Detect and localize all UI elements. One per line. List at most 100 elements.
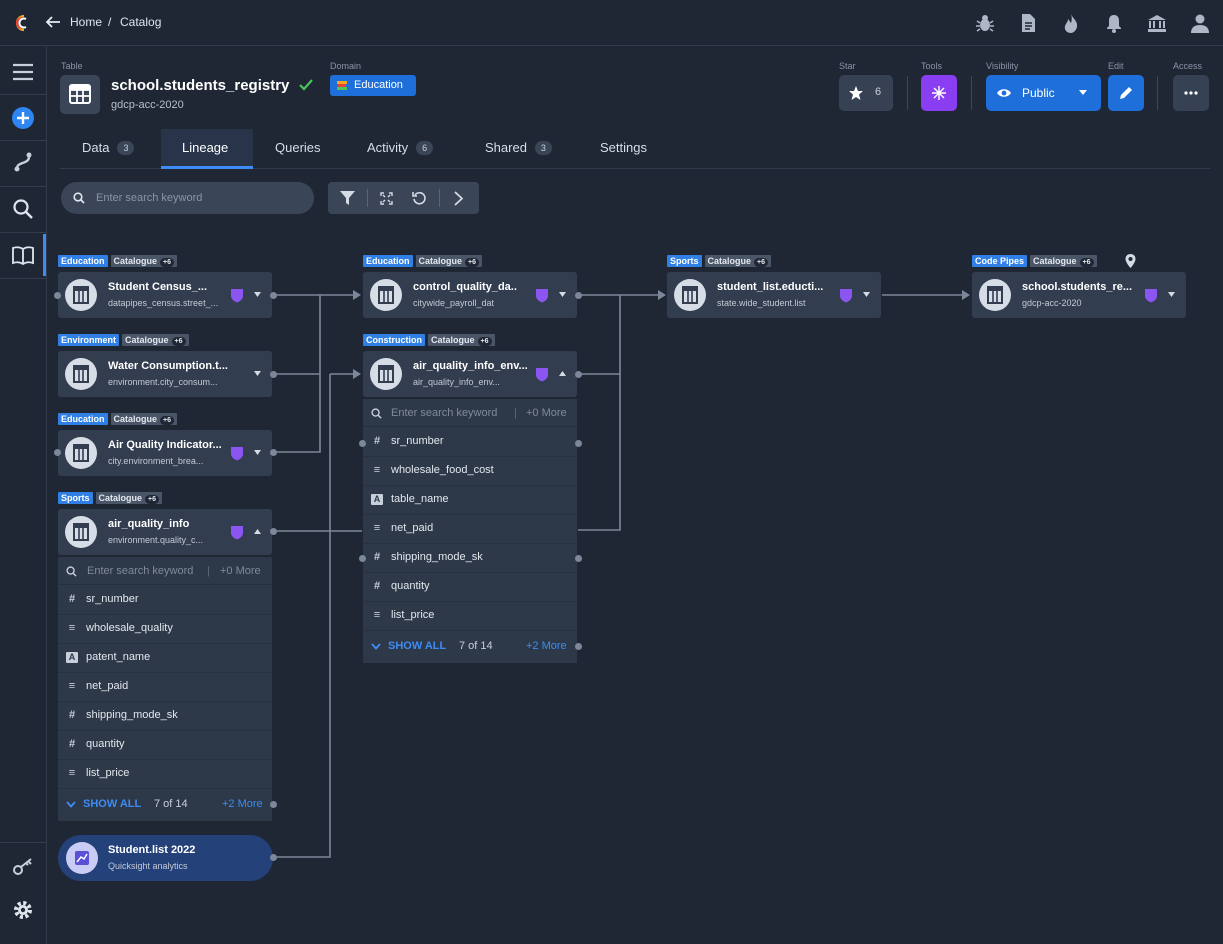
report-name: Student.list 2022 <box>108 844 196 856</box>
column-list-panel: Enter search keyword | +0 More # sr_numbe… <box>58 557 272 821</box>
analytics-icon-bg <box>66 842 98 874</box>
node-name: student_list.educti... <box>717 281 824 293</box>
domain-tag[interactable]: Environment <box>58 334 120 346</box>
catalogue-tag[interactable]: Catalogue +6 <box>122 334 189 346</box>
column-name: list_price <box>391 609 435 621</box>
column-row[interactable]: # quantity <box>363 573 577 602</box>
port-dot <box>359 440 366 447</box>
chevron-down-icon[interactable] <box>254 450 261 455</box>
column-row[interactable]: ≡ wholesale_food_cost <box>363 457 577 486</box>
catalogue-tag[interactable]: Catalogue +6 <box>415 255 483 267</box>
lineage-node-water-consumption[interactable]: Water Consumption.t... environment.city_… <box>58 351 272 397</box>
node-path: gdcp-acc-2020 <box>1022 298 1082 308</box>
node-name: air_quality_info <box>108 518 190 530</box>
search-icon <box>371 408 382 419</box>
node-tags: Education Catalogue +6 <box>58 255 180 267</box>
chevron-down-icon[interactable] <box>1168 292 1175 297</box>
node-path: city.environment_brea... <box>108 456 204 466</box>
chevron-down-icon <box>66 801 76 808</box>
port-dot <box>54 449 61 456</box>
edge <box>273 374 331 858</box>
table-node-icon <box>370 279 402 311</box>
catalogue-tag[interactable]: Catalogue +6 <box>1030 255 1097 267</box>
column-name: wholesale_food_cost <box>391 464 494 476</box>
port-dot <box>575 555 582 562</box>
column-row[interactable]: # shipping_mode_sk <box>363 544 577 573</box>
table-node-icon <box>674 279 706 311</box>
column-row[interactable]: ≡ list_price <box>363 602 577 631</box>
column-row[interactable]: ≡ list_price <box>58 760 272 789</box>
column-count: 7 of 14 <box>154 798 188 810</box>
report-node-student-list[interactable]: Student.list 2022 Quicksight analytics <box>58 835 273 881</box>
domain-tag[interactable]: Education <box>58 255 108 267</box>
column-type-icon: # <box>68 738 76 750</box>
chevron-up-icon[interactable] <box>559 371 566 376</box>
lineage-node-student-list[interactable]: student_list.educti... state.wide_studen… <box>667 272 881 318</box>
table-node-icon <box>65 516 97 548</box>
node-tags: Code Pipes Catalogue +6 <box>972 255 1100 267</box>
chevron-down-icon[interactable] <box>254 371 261 376</box>
shield-icon <box>536 289 548 303</box>
show-all-button[interactable]: SHOW ALL <box>83 798 141 810</box>
port-dot <box>270 801 277 808</box>
shield-icon <box>231 447 243 461</box>
domain-tag[interactable]: Construction <box>363 334 425 346</box>
column-row[interactable]: ≡ net_paid <box>363 515 577 544</box>
node-path: environment.city_consum... <box>108 377 218 387</box>
port-dot <box>270 371 277 378</box>
more-columns-link[interactable]: +0 More <box>526 407 567 419</box>
show-all-button[interactable]: SHOW ALL <box>388 640 446 652</box>
column-row[interactable]: # quantity <box>58 731 272 760</box>
table-node-icon <box>65 358 97 390</box>
domain-tag[interactable]: Sports <box>667 255 702 267</box>
column-name: sr_number <box>86 593 139 605</box>
more-columns-bottom-link[interactable]: +2 More <box>222 798 263 810</box>
column-type-icon: ≡ <box>68 767 76 779</box>
domain-tag[interactable]: Education <box>58 413 108 425</box>
port-dot <box>575 371 582 378</box>
catalogue-tag[interactable]: Catalogue +6 <box>428 334 495 346</box>
node-path: environment.quality_c... <box>108 535 204 545</box>
column-name: net_paid <box>86 680 129 692</box>
shield-icon <box>1145 289 1157 303</box>
column-name: shipping_mode_sk <box>86 709 178 721</box>
more-columns-bottom-link[interactable]: +2 More <box>526 640 567 652</box>
column-row[interactable]: # sr_number <box>58 586 272 615</box>
lineage-node-school-students-registry[interactable]: school.students_re... gdcp-acc-2020 <box>972 272 1186 318</box>
domain-tag[interactable]: Sports <box>58 492 93 504</box>
catalogue-tag[interactable]: Catalogue +6 <box>110 255 178 267</box>
more-columns-link[interactable]: +0 More <box>220 565 261 577</box>
column-count: 7 of 14 <box>459 640 493 652</box>
column-row[interactable]: ≡ wholesale_quality <box>58 615 272 644</box>
lineage-node-air-quality-info-env[interactable]: air_quality_info_env... air_quality_info… <box>363 351 577 397</box>
catalogue-tag[interactable]: Catalogue +6 <box>704 255 772 267</box>
domain-tag[interactable]: Education <box>363 255 413 267</box>
column-row[interactable]: # sr_number <box>363 428 577 457</box>
column-row[interactable]: Atable_name <box>363 486 577 515</box>
chevron-down-icon[interactable] <box>559 292 566 297</box>
column-type-icon: A <box>371 494 383 505</box>
shield-icon <box>231 526 243 540</box>
column-row[interactable]: # shipping_mode_sk <box>58 702 272 731</box>
table-node-icon <box>65 437 97 469</box>
lineage-node-air-quality-indicator[interactable]: Air Quality Indicator... city.environmen… <box>58 430 272 476</box>
chevron-down-icon[interactable] <box>863 292 870 297</box>
column-search-input[interactable]: Enter search keyword | +0 More <box>58 557 272 585</box>
column-type-icon: # <box>68 593 76 605</box>
chevron-down-icon[interactable] <box>254 292 261 297</box>
lineage-node-student-census[interactable]: Student Census_... datapipes_census.stre… <box>58 272 272 318</box>
column-row[interactable]: ≡ net_paid <box>58 673 272 702</box>
table-node-icon <box>979 279 1011 311</box>
lineage-node-control-quality[interactable]: control_quality_da.. citywide_payroll_da… <box>363 272 577 318</box>
chevron-up-icon[interactable] <box>254 529 261 534</box>
catalogue-tag[interactable]: Catalogue +6 <box>110 413 178 425</box>
column-search-input[interactable]: Enter search keyword | +0 More <box>363 399 577 427</box>
node-name: air_quality_info_env... <box>413 360 528 372</box>
domain-tag[interactable]: Code Pipes <box>972 255 1028 267</box>
column-name: wholesale_quality <box>86 622 173 634</box>
column-name: shipping_mode_sk <box>391 551 483 563</box>
lineage-node-air-quality-info[interactable]: air_quality_info environment.quality_c..… <box>58 509 272 555</box>
column-row[interactable]: Apatent_name <box>58 644 272 673</box>
catalogue-tag[interactable]: Catalogue +6 <box>95 492 163 504</box>
column-type-icon: # <box>373 435 381 447</box>
